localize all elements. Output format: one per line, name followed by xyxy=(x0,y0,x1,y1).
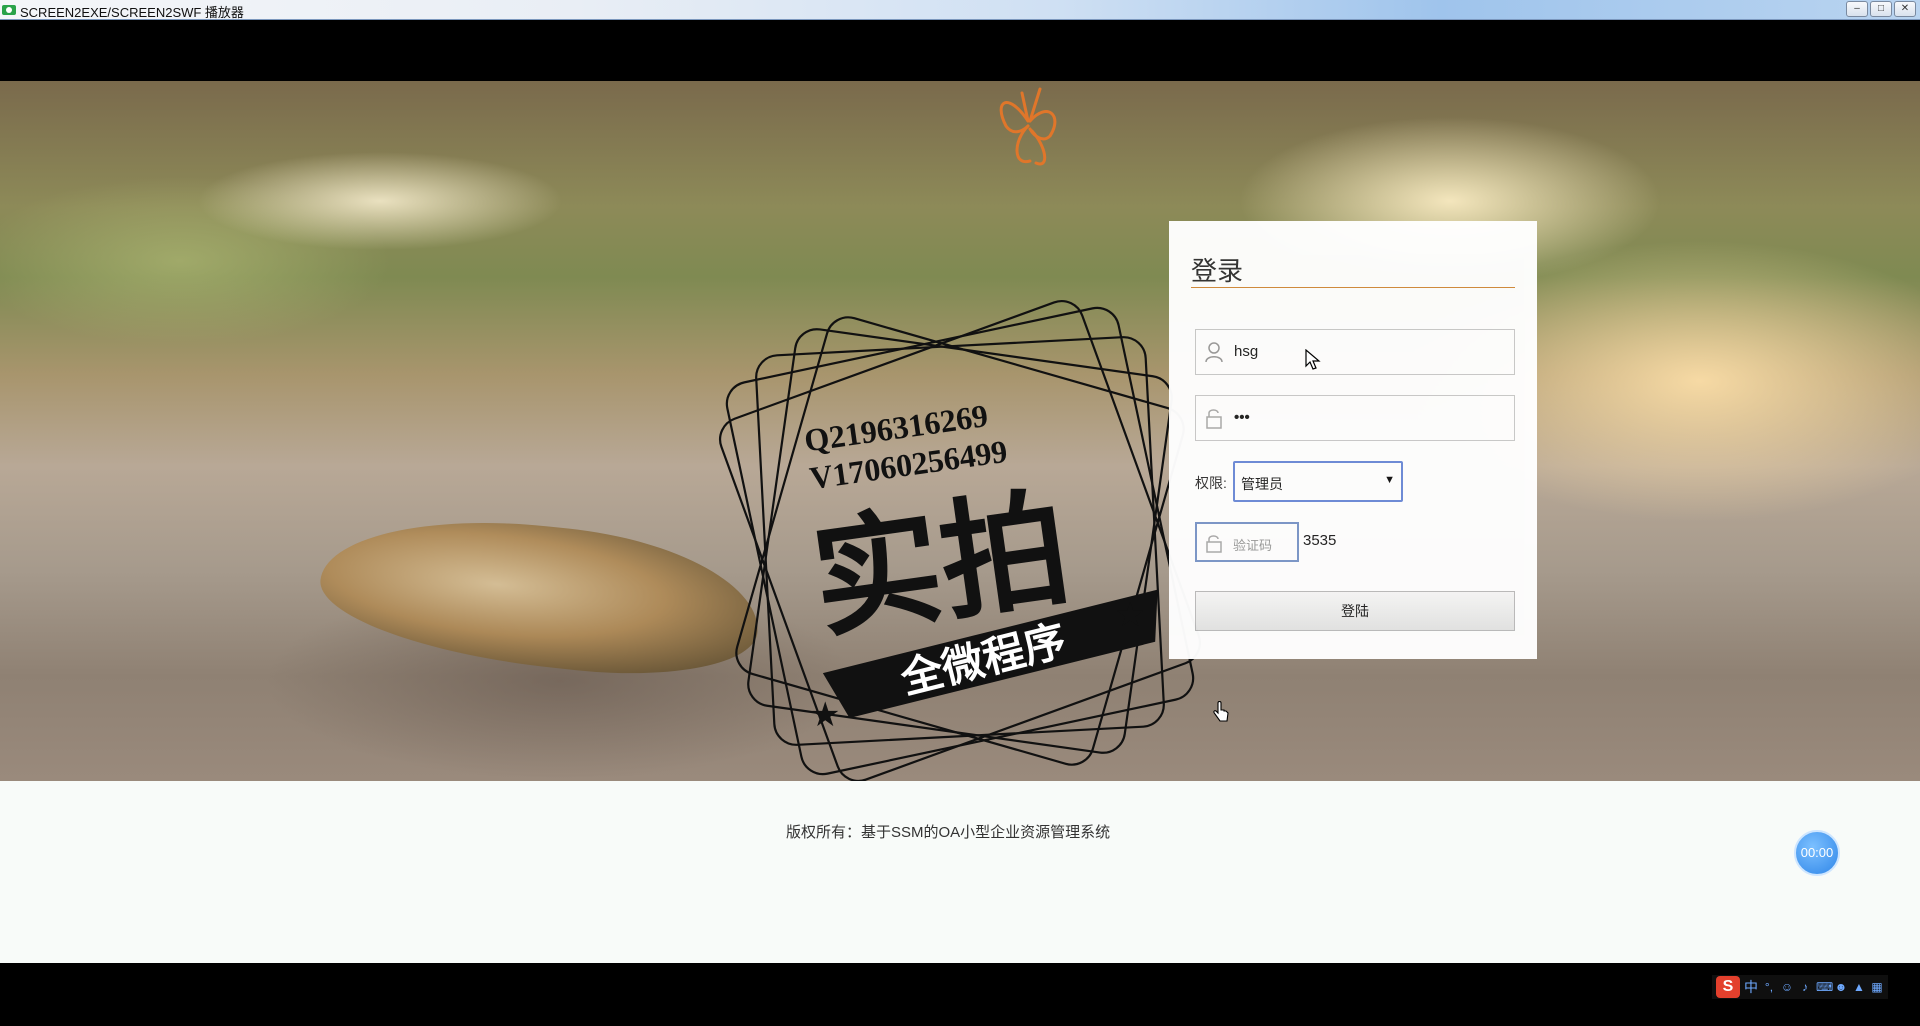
star-icon: ★ xyxy=(1115,596,1145,634)
dropdown-arrow-icon: ▼ xyxy=(1384,474,1395,486)
user-icon[interactable]: ☻ xyxy=(1834,980,1848,994)
window-controls: – □ ✕ xyxy=(1846,1,1916,17)
keyboard-icon[interactable]: ⌨ xyxy=(1816,980,1833,994)
letterbox-bottom xyxy=(0,963,1920,1026)
page-footer: 版权所有：基于SSM的OA小型企业资源管理系统 xyxy=(0,781,1920,963)
user-icon xyxy=(1205,342,1223,363)
permission-select[interactable]: 管理员 ▼ xyxy=(1233,461,1403,502)
ime-mode-toggle[interactable]: 中 xyxy=(1744,977,1758,997)
close-button[interactable]: ✕ xyxy=(1894,1,1916,17)
hero-background: Q2196316269 V17060256499 实拍 全微程序 ★ ★ 登录 … xyxy=(0,81,1920,781)
sogou-logo-icon[interactable]: S xyxy=(1716,976,1740,998)
username-value: hsg xyxy=(1234,343,1259,360)
grid-icon[interactable]: ▦ xyxy=(1870,980,1884,994)
permission-selected: 管理员 xyxy=(1241,476,1283,492)
mic-icon[interactable]: ♪ xyxy=(1798,980,1812,994)
lock-icon xyxy=(1206,409,1222,429)
maximize-button[interactable]: □ xyxy=(1870,1,1892,17)
playback-timer[interactable]: 00:00 xyxy=(1794,830,1840,876)
punctuation-icon[interactable]: °, xyxy=(1762,980,1776,994)
minimize-button[interactable]: – xyxy=(1846,1,1868,17)
watermark-stamp: Q2196316269 V17060256499 实拍 全微程序 ★ ★ xyxy=(719,300,1201,781)
login-panel: 登录 hsg ••• 权限: 管理员 ▼ 验证码 3535 登陆 xyxy=(1169,221,1537,659)
captcha-code[interactable]: 3535 xyxy=(1303,532,1336,549)
butterfly-logo xyxy=(999,87,1057,166)
ime-toolbar[interactable]: S 中 °, ☺ ♪ ⌨ ☻ ▲ ▦ xyxy=(1712,975,1888,999)
login-title: 登录 xyxy=(1191,257,1244,287)
lock-icon xyxy=(1206,535,1222,553)
login-button[interactable]: 登陆 xyxy=(1195,591,1515,631)
skin-icon[interactable]: ▲ xyxy=(1852,980,1866,994)
app-icon xyxy=(2,5,16,15)
star-icon: ★ xyxy=(810,696,840,734)
emoji-icon[interactable]: ☺ xyxy=(1780,980,1794,994)
title-divider xyxy=(1191,287,1515,288)
username-field[interactable]: hsg xyxy=(1195,329,1515,375)
captcha-field[interactable]: 验证码 xyxy=(1195,522,1299,562)
letterbox-top xyxy=(0,20,1920,81)
hand-cursor-icon xyxy=(1213,701,1229,722)
leaf-image xyxy=(313,503,767,689)
window-titlebar: SCREEN2EXE/SCREEN2SWF 播放器 – □ ✕ xyxy=(0,0,1920,20)
captcha-placeholder: 验证码 xyxy=(1233,538,1273,553)
permission-label: 权限: xyxy=(1195,475,1227,491)
copyright-text: 版权所有：基于SSM的OA小型企业资源管理系统 xyxy=(786,824,1111,841)
window-title: SCREEN2EXE/SCREEN2SWF 播放器 xyxy=(20,5,244,20)
password-value: ••• xyxy=(1234,409,1250,426)
password-field[interactable]: ••• xyxy=(1195,395,1515,441)
arrow-cursor-icon xyxy=(1305,349,1321,370)
